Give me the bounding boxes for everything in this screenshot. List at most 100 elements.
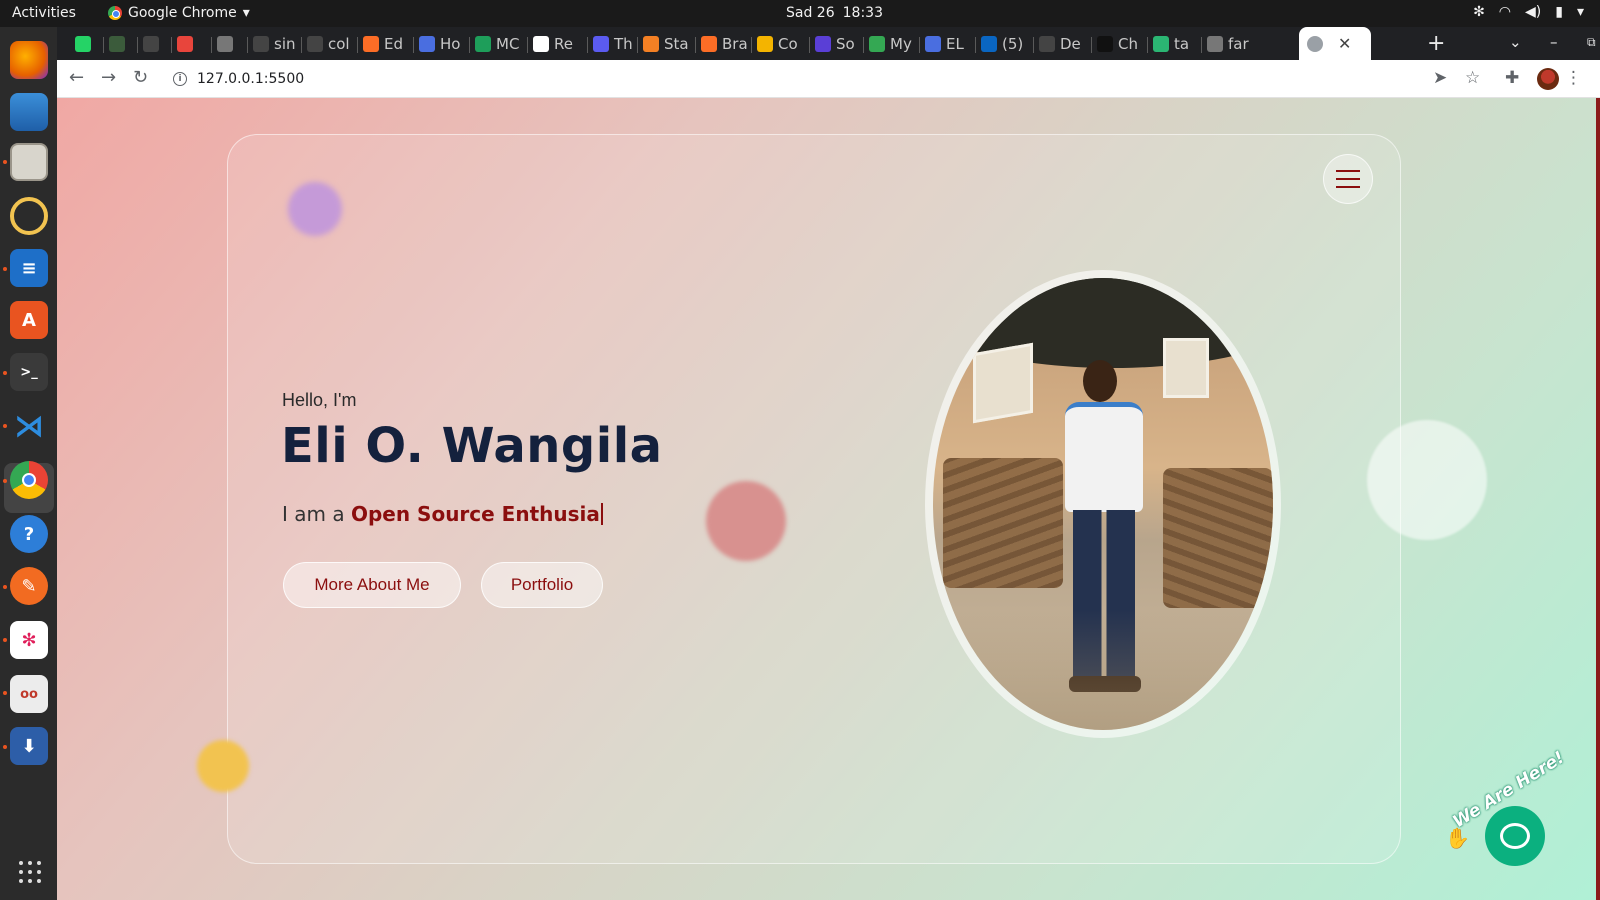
activities-button[interactable]: Activities (12, 5, 76, 21)
transmission-icon[interactable]: ⬇ (10, 727, 48, 765)
tab-15[interactable]: So (815, 30, 863, 58)
linkedin-icon (981, 36, 997, 52)
tab-separator (469, 37, 470, 53)
tab-1[interactable] (109, 30, 135, 58)
rhythmbox-icon[interactable] (10, 197, 48, 235)
tab-separator (587, 37, 588, 53)
writer-icon[interactable]: ≡ (10, 249, 48, 287)
zoom-icon (593, 36, 609, 52)
tab-9[interactable]: MC (475, 30, 527, 58)
tab-11[interactable]: Th (593, 30, 639, 58)
tab-4[interactable] (217, 30, 247, 58)
running-indicator (3, 267, 7, 271)
tab-active[interactable]: ✕ (1299, 27, 1371, 60)
chat-widget-button[interactable] (1485, 806, 1545, 866)
vscode-icon[interactable]: ⋊ (10, 407, 48, 445)
tab-3[interactable] (177, 30, 203, 58)
extensions-icon[interactable]: ✚ (1505, 68, 1519, 88)
tab-0[interactable] (75, 30, 101, 58)
more-about-me-button[interactable]: More About Me (283, 562, 461, 608)
tab-label: Co (778, 35, 798, 53)
address-bar[interactable]: i 127.0.0.1:5500 (173, 63, 1393, 95)
forward-icon[interactable]: → (101, 67, 116, 88)
tab-search-icon[interactable]: ⌄ (1509, 33, 1522, 51)
running-indicator (3, 479, 7, 483)
tab-7[interactable]: Ed (363, 30, 413, 58)
tab-separator (637, 37, 638, 53)
bookmark-star-icon[interactable]: ☆ (1465, 68, 1480, 88)
tab-2[interactable] (143, 30, 169, 58)
postman-icon[interactable]: ✎ (10, 567, 48, 605)
back-icon[interactable]: ← (69, 67, 84, 88)
slack-icon[interactable]: ✻ (10, 621, 48, 659)
tab-19[interactable]: De (1039, 30, 1091, 58)
tab-14[interactable]: Co (757, 30, 809, 58)
tab-10[interactable]: Re (533, 30, 587, 58)
web-page: Hello, I'm Eli O. Wangila I am a Open So… (57, 98, 1600, 900)
site-info-icon[interactable]: i (173, 72, 187, 86)
tab-16[interactable]: My (869, 30, 921, 58)
globe-icon (217, 36, 233, 52)
thunderbird-icon[interactable] (10, 93, 48, 131)
tab-separator (171, 37, 172, 53)
hamburger-menu-button[interactable] (1323, 154, 1373, 204)
tab-separator (247, 37, 248, 53)
system-tray[interactable]: ✻ ◠ ◀) ▮ ▾ (1473, 4, 1584, 20)
tab-12[interactable]: Sta (643, 30, 697, 58)
send-icon[interactable]: ➤ (1433, 68, 1447, 88)
gitlab-icon (701, 36, 717, 52)
tab-18[interactable]: (5) (981, 30, 1033, 58)
tab-separator (137, 37, 138, 53)
chrome-icon[interactable] (10, 461, 48, 499)
decorative-yellow-blob (197, 740, 249, 792)
files-icon[interactable] (10, 143, 48, 181)
firefox-icon[interactable] (10, 41, 48, 79)
help-icon[interactable]: ? (10, 515, 48, 553)
tab-separator (751, 37, 752, 53)
decorative-white-blob (1367, 420, 1487, 540)
software-center-icon[interactable]: A (10, 301, 48, 339)
new-tab-button[interactable]: + (1427, 31, 1445, 56)
chevron-down-icon: ▾ (1576, 4, 1584, 20)
gitlab-icon (363, 36, 379, 52)
terminal-icon[interactable]: >_ (10, 353, 48, 391)
tab-label: De (1060, 35, 1081, 53)
tab-label: My (890, 35, 912, 53)
chat-bubble-icon (1500, 823, 1530, 849)
running-indicator (3, 371, 7, 375)
tree-icon (109, 36, 125, 52)
app-menu[interactable]: Google Chrome ▾ (108, 5, 250, 21)
tab-separator (1033, 37, 1034, 53)
running-indicator (3, 160, 7, 164)
tab-20[interactable]: Ch (1097, 30, 1147, 58)
tab-17[interactable]: EL (925, 30, 977, 58)
show-applications-icon[interactable] (19, 861, 41, 883)
tab-separator (1201, 37, 1202, 53)
tab-8[interactable]: Ho (419, 30, 469, 58)
reload-icon[interactable]: ↻ (133, 67, 148, 88)
tab-6[interactable]: col (307, 30, 357, 58)
menu-kebab-icon[interactable]: ⋮ (1565, 68, 1582, 88)
close-tab-icon[interactable]: ✕ (1338, 34, 1351, 53)
decorative-purple-blob (288, 182, 342, 236)
running-indicator (3, 424, 7, 428)
hero-tagline: I am a Open Source Enthusia (282, 502, 603, 526)
system-top-bar: Activities Google Chrome ▾ Sad 26 18:33 … (0, 0, 1600, 27)
tab-label: Ho (440, 35, 461, 53)
sheets-icon (475, 36, 491, 52)
profile-avatar[interactable] (1537, 68, 1559, 90)
tab-13[interactable]: Bra (701, 30, 753, 58)
hero-name: Eli O. Wangila (281, 418, 663, 474)
github-icon (143, 36, 159, 52)
minimize-icon[interactable]: – (1550, 33, 1558, 51)
tab-5[interactable]: sin (253, 30, 301, 58)
url-text[interactable]: 127.0.0.1:5500 (197, 71, 304, 87)
restore-icon[interactable]: ⧉ (1587, 35, 1596, 50)
document-viewer-icon[interactable]: oo (10, 675, 48, 713)
portfolio-button[interactable]: Portfolio (481, 562, 603, 608)
globe-icon (1207, 36, 1223, 52)
clock[interactable]: Sad 26 18:33 (786, 5, 883, 21)
github-icon (307, 36, 323, 52)
tab-21[interactable]: ta (1153, 30, 1201, 58)
tab-22[interactable]: far (1207, 30, 1263, 58)
